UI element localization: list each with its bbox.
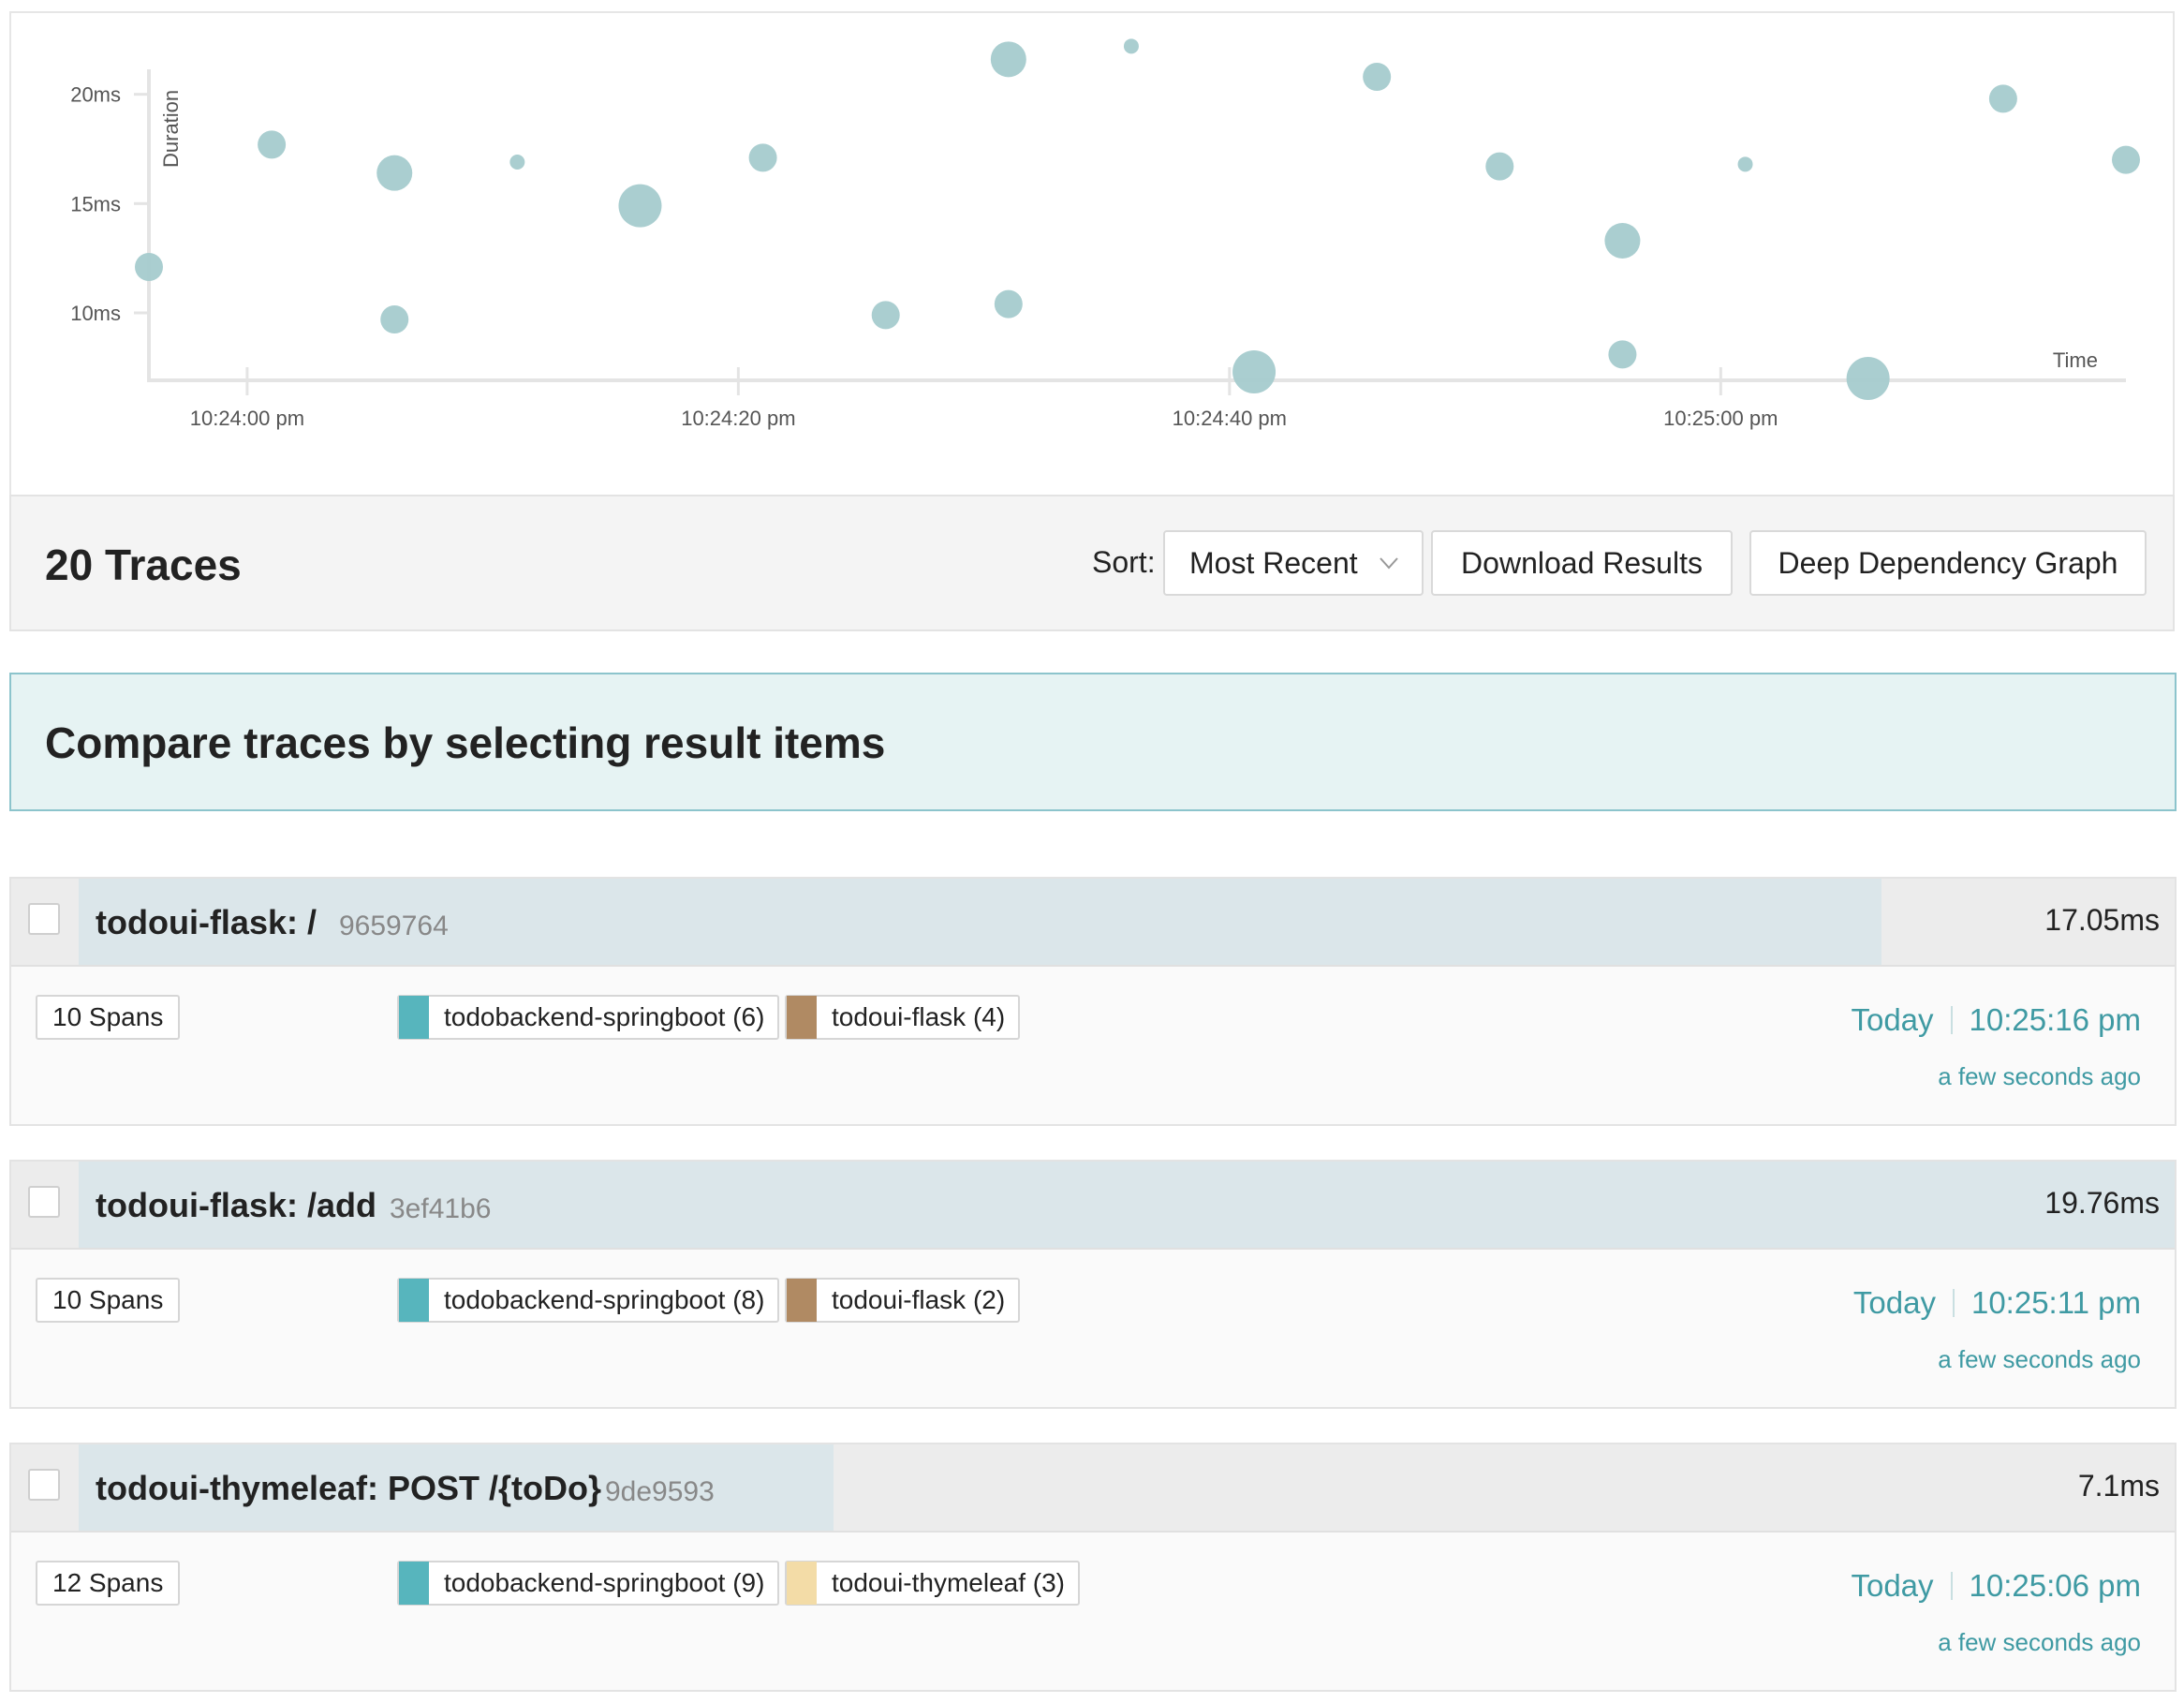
trace-id: 9659764	[339, 911, 449, 941]
service-color-swatch	[787, 996, 817, 1039]
service-tag-label: todoui-thymeleaf (3)	[832, 1568, 1066, 1597]
trace-point[interactable]	[1232, 350, 1276, 393]
service-tag-label: todobackend-springboot (9)	[444, 1568, 765, 1597]
service-tag-label: todobackend-springboot (6)	[444, 1002, 765, 1031]
chevron-down-icon	[1380, 557, 1398, 570]
sort-select-value: Most Recent	[1189, 545, 1358, 580]
time-separator	[1950, 1572, 1953, 1600]
service-tag: todoui-flask (4)	[785, 995, 1021, 1040]
trace-relative-time: a few seconds ago	[1938, 1062, 2141, 1090]
trace-time: 10:25:06 pm	[1969, 1568, 2141, 1603]
service-color-swatch	[399, 1562, 429, 1605]
results-header: 20 Traces Sort: Most Recent Download Res…	[9, 495, 2175, 631]
trace-select-checkbox[interactable]	[28, 1186, 60, 1218]
trace-result-item[interactable]: todoui-thymeleaf: POST /{toDo} 9de9593 7…	[9, 1443, 2177, 1692]
x-axis-title: Time	[2053, 348, 2098, 372]
trace-item-header[interactable]: todoui-flask: / 9659764 17.05ms	[11, 879, 2175, 967]
x-tick-label: 10:24:20 pm	[681, 407, 795, 430]
trace-point[interactable]	[258, 130, 287, 159]
trace-title[interactable]: todoui-flask: /add	[96, 1186, 376, 1225]
trace-point[interactable]	[1988, 84, 2017, 113]
trace-point[interactable]	[1485, 152, 1514, 181]
y-tick-label: 20ms	[70, 83, 121, 107]
y-axis-title: Duration	[159, 90, 183, 168]
x-tick-label: 10:25:00 pm	[1663, 407, 1778, 430]
trace-point[interactable]	[380, 305, 409, 333]
trace-day: Today	[1851, 1568, 1934, 1603]
trace-point[interactable]	[994, 289, 1023, 318]
trace-point[interactable]	[748, 143, 777, 172]
service-tag: todoui-flask (2)	[785, 1278, 1021, 1323]
trace-time: 10:25:16 pm	[1969, 1002, 2141, 1037]
service-color-swatch	[787, 1562, 817, 1605]
service-tag: todobackend-springboot (6)	[397, 995, 780, 1040]
traces-count: 20 Traces	[45, 541, 242, 589]
service-tag-label: todobackend-springboot (8)	[444, 1285, 765, 1314]
trace-item-header[interactable]: todoui-flask: /add 3ef41b6 19.76ms	[11, 1162, 2175, 1250]
spans-count-badge: 10 Spans	[36, 995, 181, 1040]
trace-point[interactable]	[1737, 156, 1753, 172]
scatter-plot: 10ms 15ms 20ms 10:24:00 pm 10:24:20 pm 10:24…	[70, 38, 2140, 430]
deep-dependency-graph-button[interactable]: Deep Dependency Graph	[1749, 530, 2147, 596]
trace-point[interactable]	[1123, 38, 1139, 54]
trace-item-header[interactable]: todoui-thymeleaf: POST /{toDo} 9de9593 7…	[11, 1444, 2175, 1533]
trace-day: Today	[1851, 1002, 1934, 1037]
trace-point[interactable]	[871, 301, 900, 330]
trace-relative-time: a few seconds ago	[1938, 1345, 2141, 1373]
service-tag-label: todoui-flask (2)	[832, 1285, 1006, 1314]
trace-duration: 7.1ms	[2077, 1469, 2160, 1503]
trace-point[interactable]	[509, 155, 525, 170]
trace-relative-time: a few seconds ago	[1938, 1628, 2141, 1656]
service-color-swatch	[399, 1279, 429, 1322]
x-tick-label: 10:24:40 pm	[1173, 407, 1287, 430]
trace-point[interactable]	[376, 155, 413, 191]
compare-banner: Compare traces by selecting result items	[9, 673, 2177, 811]
trace-title[interactable]: todoui-thymeleaf: POST /{toDo}	[96, 1469, 601, 1508]
trace-point[interactable]	[618, 184, 662, 228]
sort-label: Sort:	[1092, 545, 1156, 579]
trace-point[interactable]	[1363, 63, 1392, 91]
service-tag: todobackend-springboot (8)	[397, 1278, 780, 1323]
time-separator	[1952, 1289, 1955, 1317]
y-tick-label: 15ms	[70, 192, 121, 215]
trace-result-item[interactable]: todoui-flask: / 9659764 17.05ms 10 Spans…	[9, 877, 2177, 1126]
x-tick-label: 10:24:00 pm	[190, 407, 304, 430]
service-color-swatch	[787, 1279, 817, 1322]
trace-duration: 19.76ms	[2044, 1186, 2160, 1220]
trace-id: 9de9593	[605, 1476, 715, 1507]
trace-id: 3ef41b6	[390, 1193, 492, 1224]
trace-point[interactable]	[135, 253, 163, 281]
trace-title[interactable]: todoui-flask: /	[96, 903, 317, 942]
trace-point[interactable]	[990, 41, 1026, 78]
trace-point[interactable]	[1608, 340, 1637, 369]
service-tag: todobackend-springboot (9)	[397, 1561, 780, 1606]
scatter-plot-panel: 10ms 15ms 20ms 10:24:00 pm 10:24:20 pm 10:24…	[9, 11, 2175, 495]
trace-point[interactable]	[1604, 223, 1641, 259]
trace-start-time: Today 10:25:11 pm	[1853, 1285, 2141, 1321]
service-tag-label: todoui-flask (4)	[832, 1002, 1006, 1031]
time-separator	[1950, 1006, 1953, 1034]
trace-result-item[interactable]: todoui-flask: /add 3ef41b6 19.76ms 10 Sp…	[9, 1160, 2177, 1409]
download-results-button[interactable]: Download Results	[1431, 530, 1733, 596]
trace-time: 10:25:11 pm	[1970, 1285, 2141, 1320]
spans-count-badge: 10 Spans	[36, 1278, 181, 1323]
compare-banner-text: Compare traces by selecting result items	[45, 718, 886, 767]
trace-day: Today	[1852, 1285, 1936, 1320]
service-color-swatch	[399, 996, 429, 1039]
trace-start-time: Today 10:25:06 pm	[1851, 1568, 2141, 1604]
trace-select-checkbox[interactable]	[28, 1469, 60, 1501]
trace-point[interactable]	[1846, 357, 1890, 400]
y-tick-label: 10ms	[70, 302, 121, 325]
trace-start-time: Today 10:25:16 pm	[1851, 1002, 2141, 1038]
sort-select[interactable]: Most Recent	[1163, 530, 1424, 596]
spans-count-badge: 12 Spans	[36, 1561, 181, 1606]
service-tag: todoui-thymeleaf (3)	[785, 1561, 1081, 1606]
trace-select-checkbox[interactable]	[28, 903, 60, 935]
trace-duration: 17.05ms	[2044, 903, 2160, 937]
trace-point[interactable]	[2112, 145, 2140, 174]
